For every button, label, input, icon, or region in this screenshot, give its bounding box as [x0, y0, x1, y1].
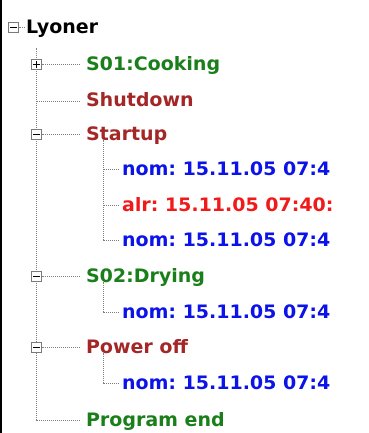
tree-connector: [36, 48, 37, 420]
tree-connector: [42, 64, 80, 65]
tree-item-shutdown[interactable]: Shutdown: [86, 89, 194, 111]
tree-root-lyoner[interactable]: Lyoner: [26, 16, 98, 38]
tree-connector: [42, 134, 80, 135]
collapse-toggle-icon[interactable]: [31, 129, 42, 140]
tree-connector: [36, 101, 80, 102]
tree-connector: [103, 383, 119, 384]
tree-connector: [103, 205, 119, 206]
tree-entry-nom[interactable]: nom: 15.11.05 07:4: [122, 301, 330, 323]
tree-item-s01-cooking[interactable]: S01:Cooking: [86, 53, 220, 75]
tree-item-power-off[interactable]: Power off: [86, 336, 188, 358]
tree-entry-nom[interactable]: nom: 15.11.05 07:4: [122, 158, 330, 180]
collapse-toggle-icon[interactable]: [31, 271, 42, 282]
tree-connector: [42, 347, 80, 348]
tree-entry-alarm[interactable]: alr: 15.11.05 07:40:: [122, 194, 333, 216]
tree-view[interactable]: Lyoner S01:Cooking Shutdown Startup nom:…: [0, 0, 369, 433]
collapse-toggle-icon[interactable]: [31, 342, 42, 353]
tree-connector: [19, 27, 25, 28]
expand-toggle-icon[interactable]: [31, 59, 42, 70]
collapse-toggle-icon[interactable]: [8, 22, 19, 33]
tree-item-program-end[interactable]: Program end: [86, 409, 225, 431]
tree-connector: [103, 312, 119, 313]
tree-connector: [103, 240, 119, 241]
tree-connector: [36, 420, 80, 421]
tree-entry-nom[interactable]: nom: 15.11.05 07:4: [122, 372, 330, 394]
tree-connector: [103, 140, 104, 240]
tree-item-s02-drying[interactable]: S02:Drying: [86, 265, 205, 287]
tree-entry-nom[interactable]: nom: 15.11.05 07:4: [122, 229, 330, 251]
tree-item-startup[interactable]: Startup: [86, 123, 167, 145]
tree-connector: [42, 276, 80, 277]
tree-connector: [103, 169, 119, 170]
